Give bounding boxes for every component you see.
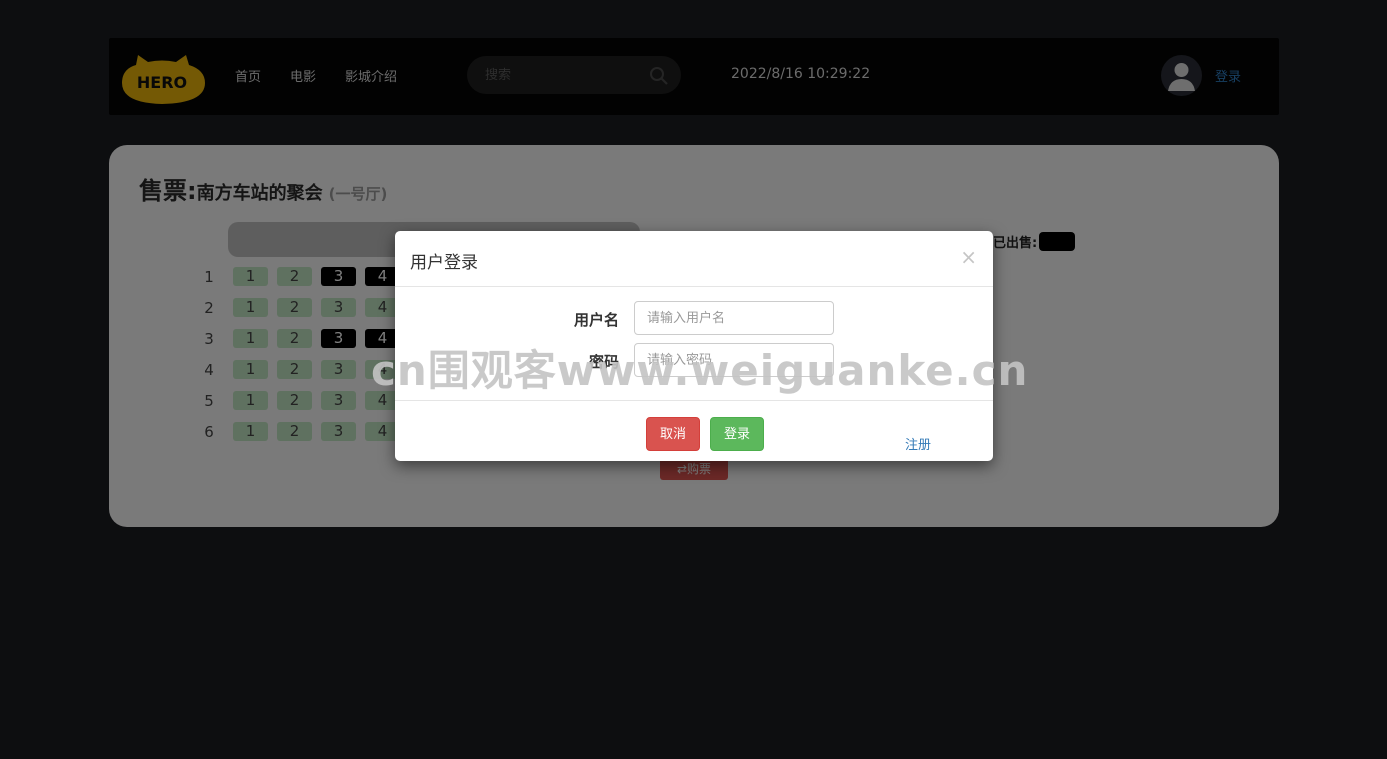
username-input[interactable] <box>634 301 834 335</box>
close-icon[interactable]: × <box>960 245 977 269</box>
login-button[interactable]: 登录 <box>710 417 764 451</box>
watermark-text: cn围观客www.weiguanke.cn <box>371 346 1029 395</box>
modal-header: 用户登录 × <box>395 231 993 287</box>
username-label: 用户名 <box>573 311 619 329</box>
modal-title: 用户登录 <box>410 253 478 273</box>
register-link[interactable]: 注册 <box>905 434 931 453</box>
cancel-button[interactable]: 取消 <box>646 417 700 451</box>
